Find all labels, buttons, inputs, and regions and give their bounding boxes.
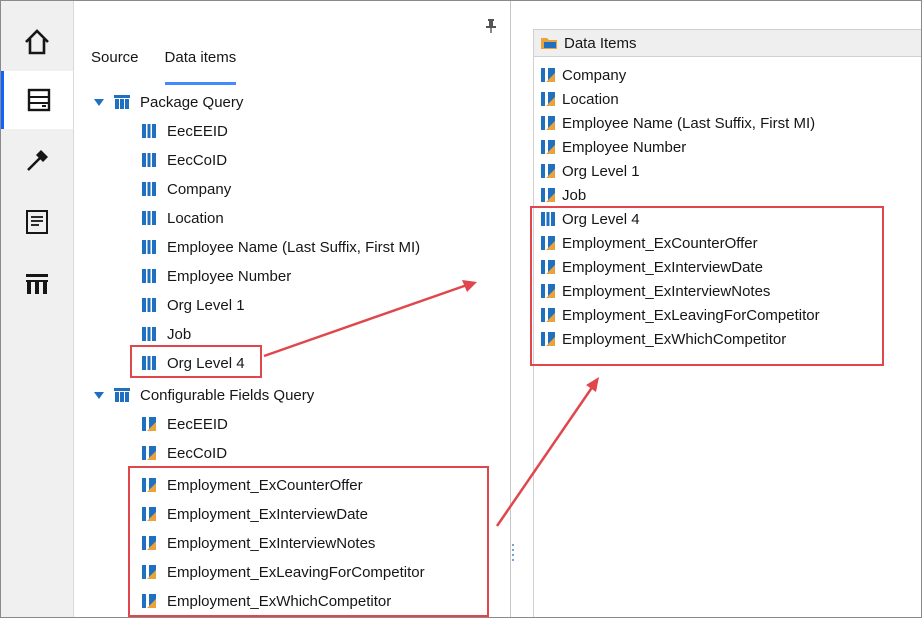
list-item[interactable]: Employment_ExCounterOffer bbox=[141, 474, 363, 496]
column-icon bbox=[142, 327, 156, 341]
list-item[interactable]: Location bbox=[141, 207, 224, 229]
list-item[interactable]: Employment_ExLeavingForCompetitor bbox=[540, 304, 820, 326]
list-item[interactable]: Employment_ExInterviewDate bbox=[540, 256, 763, 278]
column-icon bbox=[142, 182, 156, 196]
calculated-column-icon bbox=[541, 140, 555, 154]
list-item[interactable]: EecCoID bbox=[141, 442, 227, 464]
list-item[interactable]: Employment_ExCounterOffer bbox=[540, 232, 758, 254]
list-item[interactable]: Org Level 4 bbox=[540, 208, 640, 230]
calculated-column-icon bbox=[142, 507, 156, 521]
navigation-rail bbox=[1, 1, 74, 617]
column-icon bbox=[142, 211, 156, 225]
calculated-column-icon bbox=[541, 284, 555, 298]
list-item[interactable]: Org Level 1 bbox=[141, 294, 245, 316]
data-sources-icon bbox=[27, 88, 50, 112]
data-items-panel: Source Data items Package Query EecEEID … bbox=[74, 1, 509, 617]
report-button[interactable] bbox=[1, 193, 73, 251]
hammer-icon bbox=[27, 150, 48, 171]
calculated-column-icon bbox=[541, 332, 555, 346]
query-icon bbox=[114, 95, 130, 109]
data-items-header: Data Items bbox=[533, 29, 921, 57]
query-data-items-panel: Data Items Company Location Employee Nam… bbox=[533, 1, 921, 617]
folder-icon bbox=[541, 38, 557, 49]
list-item[interactable]: EecEEID bbox=[141, 120, 228, 142]
list-item[interactable]: Job bbox=[540, 184, 586, 206]
calculated-column-icon bbox=[541, 116, 555, 130]
list-item[interactable]: Org Level 1 bbox=[540, 160, 640, 182]
tab-source[interactable]: Source bbox=[91, 49, 139, 85]
column-icon bbox=[142, 153, 156, 167]
data-sources-button[interactable] bbox=[1, 71, 73, 129]
caret-down-icon[interactable] bbox=[94, 97, 104, 107]
calculated-column-icon bbox=[142, 417, 156, 431]
column-icon bbox=[142, 269, 156, 283]
list-item[interactable]: Employment_ExInterviewNotes bbox=[141, 532, 375, 554]
column-icon bbox=[142, 298, 156, 312]
pin-button[interactable] bbox=[486, 19, 496, 38]
calculated-column-icon bbox=[142, 536, 156, 550]
data-items-title: Data Items bbox=[564, 34, 637, 52]
table-icon bbox=[26, 274, 48, 294]
calculated-column-icon bbox=[541, 164, 555, 178]
splitter-grip[interactable] bbox=[511, 541, 515, 571]
list-item[interactable]: Company bbox=[141, 178, 231, 200]
list-item[interactable]: Company bbox=[540, 64, 626, 86]
panel-tabs: Source Data items bbox=[91, 49, 262, 85]
tree-node-configurable-fields-query[interactable]: Configurable Fields Query bbox=[94, 384, 314, 406]
query-icon bbox=[114, 388, 130, 402]
list-item[interactable]: Employee Number bbox=[540, 136, 686, 158]
list-item[interactable]: Job bbox=[141, 323, 191, 345]
calculated-column-icon bbox=[541, 68, 555, 82]
list-item[interactable]: Employment_ExWhichCompetitor bbox=[540, 328, 786, 350]
calculated-column-icon bbox=[142, 594, 156, 608]
data-items-list: Company Location Employee Name (Last Suf… bbox=[533, 56, 921, 617]
report-icon bbox=[26, 210, 48, 234]
list-item[interactable]: Employee Name (Last Suffix, First MI) bbox=[540, 112, 815, 134]
list-item[interactable]: EecCoID bbox=[141, 149, 227, 171]
list-item[interactable]: Org Level 4 bbox=[141, 352, 245, 374]
calculated-column-icon bbox=[541, 260, 555, 274]
tree-node-label: Package Query bbox=[140, 93, 244, 111]
calculated-column-icon bbox=[142, 478, 156, 492]
column-icon bbox=[142, 124, 156, 138]
list-item[interactable]: Employment_ExInterviewNotes bbox=[540, 280, 770, 302]
caret-down-icon[interactable] bbox=[94, 390, 104, 400]
column-icon bbox=[142, 356, 156, 370]
list-item[interactable]: Employment_ExInterviewDate bbox=[141, 503, 368, 525]
tree-node-label: Configurable Fields Query bbox=[140, 386, 315, 404]
column-icon bbox=[541, 212, 555, 226]
tab-data-items[interactable]: Data items bbox=[164, 49, 237, 85]
query-editor-window: Source Data items Package Query EecEEID … bbox=[0, 0, 922, 618]
home-button[interactable] bbox=[1, 13, 73, 71]
list-item[interactable]: Location bbox=[540, 88, 619, 110]
list-item[interactable]: Employment_ExWhichCompetitor bbox=[141, 590, 391, 612]
calculated-column-icon bbox=[541, 188, 555, 202]
panel-splitter[interactable] bbox=[510, 1, 511, 617]
calculated-column-icon bbox=[541, 308, 555, 322]
calculated-column-icon bbox=[541, 236, 555, 250]
column-icon bbox=[142, 240, 156, 254]
calculated-column-icon bbox=[142, 565, 156, 579]
tools-button[interactable] bbox=[1, 131, 73, 189]
tree-node-package-query[interactable]: Package Query bbox=[94, 91, 243, 113]
list-item[interactable]: EecEEID bbox=[141, 413, 228, 435]
pin-icon bbox=[486, 19, 496, 33]
calculated-column-icon bbox=[541, 92, 555, 106]
home-icon bbox=[25, 29, 49, 55]
calculated-column-icon bbox=[142, 446, 156, 460]
list-item[interactable]: Employee Number bbox=[141, 265, 291, 287]
table-button[interactable] bbox=[1, 255, 73, 313]
list-item[interactable]: Employee Name (Last Suffix, First MI) bbox=[141, 236, 420, 258]
list-item[interactable]: Employment_ExLeavingForCompetitor bbox=[141, 561, 425, 583]
